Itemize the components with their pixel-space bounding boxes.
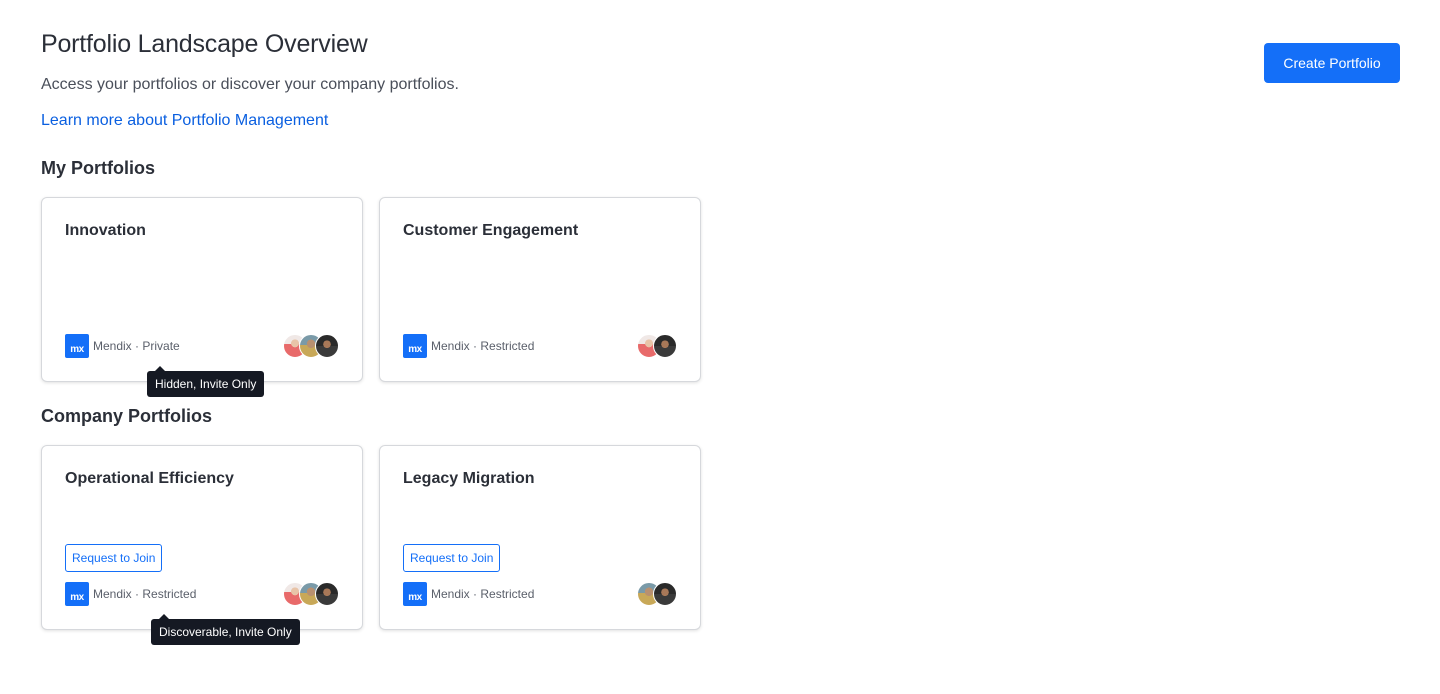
request-to-join-button[interactable]: Request to Join [403, 544, 501, 572]
mendix-logo-icon: mx [403, 582, 427, 606]
portfolio-visibility-label[interactable]: Mendix · Restricted [93, 587, 196, 601]
avatar [653, 334, 677, 358]
portfolio-card-innovation[interactable]: Innovation mx Mendix · Private [41, 197, 363, 382]
portfolio-card-title: Innovation [65, 222, 146, 239]
mendix-logo-icon: mx [403, 334, 427, 358]
portfolio-card-legacy-migration[interactable]: Legacy Migration Request to Join mx Mend… [379, 445, 701, 630]
avatar [315, 582, 339, 606]
member-avatars [637, 334, 677, 358]
page-title: Portfolio Landscape Overview [41, 30, 368, 58]
create-portfolio-button[interactable]: Create Portfolio [1264, 43, 1400, 83]
portfolio-card-title: Operational Efficiency [65, 470, 234, 487]
portfolio-card-customer-engagement[interactable]: Customer Engagement mx Mendix · Restrict… [379, 197, 701, 382]
portfolio-visibility-label[interactable]: Mendix · Private [93, 339, 180, 353]
portfolio-visibility-label[interactable]: Mendix · Restricted [431, 587, 534, 601]
member-avatars [283, 582, 339, 606]
section-title-company-portfolios: Company Portfolios [41, 406, 213, 426]
portfolio-card-operational-efficiency[interactable]: Operational Efficiency Request to Join m… [41, 445, 363, 630]
member-avatars [283, 334, 339, 358]
portfolio-card-meta: mx Mendix · Private [65, 334, 180, 358]
avatar [653, 582, 677, 606]
portfolio-card-meta: mx Mendix · Restricted [403, 334, 534, 358]
portfolio-card-meta: mx Mendix · Restricted [403, 582, 534, 606]
avatar [315, 334, 339, 358]
portfolio-card-title: Legacy Migration [403, 470, 535, 487]
learn-more-link[interactable]: Learn more about Portfolio Management [41, 112, 328, 130]
member-avatars [637, 582, 677, 606]
portfolio-card-title: Customer Engagement [403, 222, 579, 239]
portfolio-visibility-label[interactable]: Mendix · Restricted [431, 339, 534, 353]
page-subtitle: Access your portfolios or discover your … [41, 76, 459, 93]
mendix-logo-icon: mx [65, 582, 89, 606]
mendix-logo-icon: mx [65, 334, 89, 358]
request-to-join-button[interactable]: Request to Join [65, 544, 163, 572]
portfolio-card-meta: mx Mendix · Restricted [65, 582, 196, 606]
visibility-tooltip-private: Hidden, Invite Only [147, 366, 265, 397]
section-title-my-portfolios: My Portfolios [41, 158, 156, 178]
visibility-tooltip-restricted: Discoverable, Invite Only [151, 614, 300, 645]
